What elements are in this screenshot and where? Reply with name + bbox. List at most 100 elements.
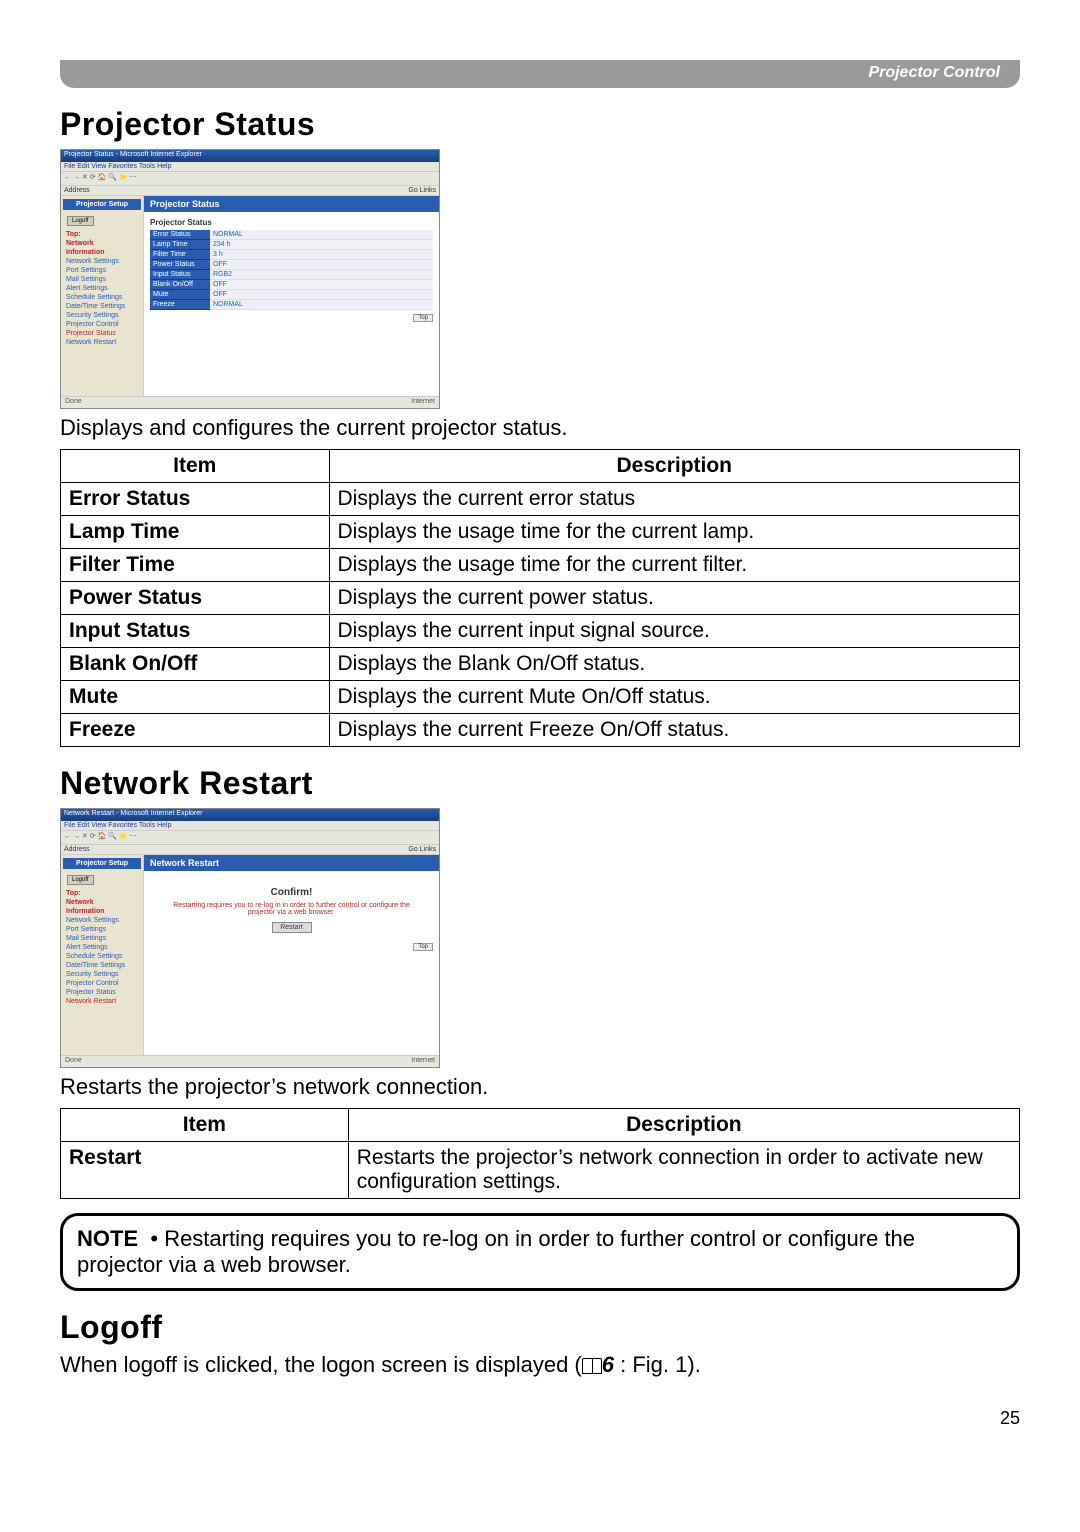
- nav-item[interactable]: Projector Control: [63, 979, 141, 988]
- table-cell-desc: Displays the current power status.: [329, 582, 1019, 615]
- status-key: Freeze: [150, 300, 210, 310]
- top-button[interactable]: Top: [413, 314, 433, 322]
- nav-item[interactable]: Alert Settings: [63, 284, 141, 293]
- nav-item[interactable]: Alert Settings: [63, 943, 141, 952]
- nav-item[interactable]: Projector Control: [63, 320, 141, 329]
- table-cell-desc: Displays the usage time for the current …: [329, 516, 1019, 549]
- table-cell-desc: Displays the current error status: [329, 483, 1019, 516]
- status-value: OFF: [210, 280, 433, 290]
- table-cell-item: Power Status: [61, 582, 330, 615]
- nav-item[interactable]: Port Settings: [63, 266, 141, 275]
- nav-item[interactable]: Port Settings: [63, 925, 141, 934]
- table-cell-desc: Displays the current Freeze On/Off statu…: [329, 714, 1019, 747]
- status-key: Mute: [150, 290, 210, 300]
- table-cell-desc: Displays the Blank On/Off status.: [329, 648, 1019, 681]
- top-button[interactable]: Top: [413, 943, 433, 951]
- table-cell-item: Input Status: [61, 615, 330, 648]
- header-label: Projector Control: [868, 64, 1000, 82]
- table-cell-item: Freeze: [61, 714, 330, 747]
- main-pane: Network Restart Confirm! Restarting requ…: [143, 855, 439, 1055]
- confirm-heading: Confirm!: [150, 887, 433, 898]
- status-key: Lamp Time: [150, 240, 210, 250]
- nav-item[interactable]: Mail Settings: [63, 934, 141, 943]
- header-bar: Projector Control: [60, 60, 1020, 88]
- nav-item[interactable]: Network Settings: [63, 257, 141, 266]
- table-cell-desc: Displays the current input signal source…: [329, 615, 1019, 648]
- nav-head: Information: [63, 907, 141, 916]
- main-pane: Projector Status Projector Status Error …: [143, 196, 439, 396]
- table-cell-desc: Restarts the projector’s network connect…: [348, 1142, 1019, 1199]
- restart-button[interactable]: Restart: [272, 922, 312, 933]
- logoff-text-after: : Fig. 1).: [614, 1352, 701, 1377]
- note-label: NOTE: [77, 1226, 138, 1251]
- status-key: Error Status: [150, 230, 210, 240]
- status-value: NORMAL: [210, 230, 433, 240]
- table-cell-item: Filter Time: [61, 549, 330, 582]
- main-title: Projector Status: [144, 196, 439, 212]
- screenshot-projector-status: Projector Status - Microsoft Internet Ex…: [60, 149, 440, 409]
- nav-item[interactable]: Projector Status: [63, 988, 141, 997]
- projector-status-table: Item Description Error StatusDisplays th…: [60, 449, 1020, 747]
- confirm-message: Restarting requires you to re-log in in …: [170, 902, 413, 916]
- nav-head: Network: [63, 239, 141, 248]
- nav-item[interactable]: Network Restart: [63, 338, 141, 347]
- page-number: 25: [60, 1408, 1020, 1429]
- logoff-text: When logoff is clicked, the logon screen…: [60, 1352, 1020, 1378]
- note-bullet: •: [150, 1226, 158, 1251]
- window-titlebar: Projector Status - Microsoft Internet Ex…: [61, 150, 439, 162]
- sidebar: Projector Setup Logoff Top: Network Info…: [61, 855, 143, 1055]
- status-key: Blank On/Off: [150, 280, 210, 290]
- nav-item-active[interactable]: Projector Status: [63, 329, 141, 338]
- sidebar-title: Projector Setup: [63, 199, 141, 210]
- status-key: Power Status: [150, 260, 210, 270]
- note-text: Restarting requires you to re-log on in …: [77, 1226, 915, 1277]
- window-menu: File Edit View Favorites Tools Help: [61, 821, 439, 831]
- status-value: 3 h: [210, 250, 433, 260]
- nav-head: Network: [63, 898, 141, 907]
- status-key: Filter Time: [150, 250, 210, 260]
- nav-head: Top:: [63, 230, 141, 239]
- window-menu: File Edit View Favorites Tools Help: [61, 162, 439, 172]
- note-box: NOTE • Restarting requires you to re-log…: [60, 1213, 1020, 1291]
- main-subtitle: Projector Status: [150, 218, 433, 227]
- status-left: Done: [65, 1057, 82, 1066]
- sidebar-title: Projector Setup: [63, 858, 141, 869]
- nav-item-active[interactable]: Network Restart: [63, 997, 141, 1006]
- page-ref: 6: [602, 1352, 614, 1377]
- table-cell-item: Mute: [61, 681, 330, 714]
- status-left: Done: [65, 398, 82, 407]
- status-value: OFF: [210, 260, 433, 270]
- nav-item[interactable]: Security Settings: [63, 970, 141, 979]
- status-value: NORMAL: [210, 300, 433, 310]
- status-value: OFF: [210, 290, 433, 300]
- nav-item[interactable]: Schedule Settings: [63, 293, 141, 302]
- nav-item[interactable]: Date/Time Settings: [63, 302, 141, 311]
- table-header-item: Item: [61, 450, 330, 483]
- section-title-network-restart: Network Restart: [60, 765, 1020, 802]
- table-header-desc: Description: [329, 450, 1019, 483]
- logoff-button[interactable]: Logoff: [67, 875, 94, 885]
- window-addressbar: AddressGo Links: [61, 845, 439, 855]
- window-toolbar: ← → ✕ ⟳ 🏠 🔍 ⭐ ⋯: [61, 172, 439, 186]
- book-icon: [582, 1358, 602, 1374]
- table-header-item: Item: [61, 1109, 349, 1142]
- table-cell-item: Error Status: [61, 483, 330, 516]
- section-intro: Restarts the projector’s network connect…: [60, 1074, 1020, 1100]
- status-value: 234 h: [210, 240, 433, 250]
- nav-head: Top:: [63, 889, 141, 898]
- section-title-logoff: Logoff: [60, 1309, 1020, 1346]
- status-right: Internet: [411, 1057, 435, 1066]
- nav-item[interactable]: Date/Time Settings: [63, 961, 141, 970]
- table-header-desc: Description: [348, 1109, 1019, 1142]
- network-restart-table: Item Description Restart Restarts the pr…: [60, 1108, 1020, 1199]
- logoff-button[interactable]: Logoff: [67, 216, 94, 226]
- nav-item[interactable]: Network Settings: [63, 916, 141, 925]
- table-cell-item: Restart: [61, 1142, 349, 1199]
- window-statusbar: Done Internet: [61, 396, 439, 408]
- section-intro: Displays and configures the current proj…: [60, 415, 1020, 441]
- nav-item[interactable]: Security Settings: [63, 311, 141, 320]
- status-right: Internet: [411, 398, 435, 407]
- nav-item[interactable]: Schedule Settings: [63, 952, 141, 961]
- status-key: Input Status: [150, 270, 210, 280]
- nav-item[interactable]: Mail Settings: [63, 275, 141, 284]
